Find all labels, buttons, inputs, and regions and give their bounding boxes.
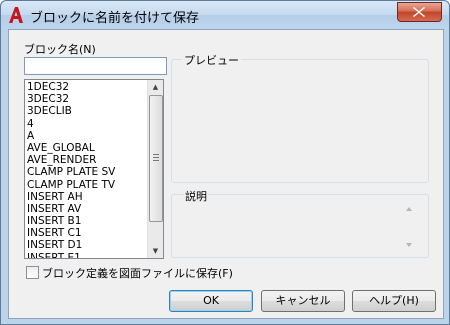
save-to-file-checkbox[interactable]: [26, 266, 39, 279]
list-item[interactable]: INSERT D1: [27, 239, 145, 251]
preview-label: プレビュー: [182, 52, 241, 68]
save-to-file-label[interactable]: ブロック定義を図面ファイルに保存(F): [42, 265, 233, 281]
description-label: 説明: [184, 188, 208, 204]
ok-button[interactable]: OK: [169, 290, 253, 312]
list-item[interactable]: CLAMP PLATE SV: [27, 166, 145, 178]
window-title: ブロックに名前を付けて保存: [30, 11, 200, 26]
list-item[interactable]: AVE_GLOBAL: [27, 142, 145, 154]
scroll-up-arrow-icon[interactable]: ▲: [148, 80, 163, 94]
help-button[interactable]: ヘルプ(H): [352, 290, 436, 312]
close-button[interactable]: [397, 2, 442, 22]
list-item[interactable]: CLAMP PLATE TV: [27, 179, 145, 191]
block-name-label: ブロック名(N): [24, 43, 96, 56]
list-item[interactable]: INSERT B1: [27, 215, 145, 227]
block-name-input[interactable]: [24, 57, 167, 75]
scroll-grip-line: [153, 154, 159, 155]
description-field[interactable]: [171, 194, 429, 258]
list-item[interactable]: INSERT C1: [27, 227, 145, 239]
list-item[interactable]: A: [27, 130, 145, 142]
scroll-down-arrow-icon[interactable]: ▼: [148, 244, 163, 258]
description-scrollbar: [402, 202, 416, 252]
dialog-body: ブロック名(N) 1DEC32 3DEC32 3DECLIB 4 A AVE_GLOBAL…: [8, 29, 444, 319]
scroll-grip-line: [153, 157, 159, 158]
list-item[interactable]: 3DEC32: [27, 93, 145, 105]
list-item[interactable]: AVE_RENDER: [27, 154, 145, 166]
list-item[interactable]: 1DEC32: [27, 81, 145, 93]
list-item[interactable]: 3DECLIB: [27, 105, 145, 117]
block-list: 1DEC32 3DEC32 3DECLIB 4 A AVE_GLOBAL AVE_RENDE…: [27, 81, 145, 258]
title-bar[interactable]: ブロックに名前を付けて保存: [1, 1, 449, 29]
list-item[interactable]: INSERT AH: [27, 191, 145, 203]
scroll-thumb[interactable]: [149, 95, 163, 222]
block-listbox[interactable]: 1DEC32 3DEC32 3DECLIB 4 A AVE_GLOBAL AVE_RENDE…: [24, 79, 164, 259]
list-item[interactable]: INSERT AV: [27, 203, 145, 215]
scroll-grip-line: [153, 160, 159, 161]
list-item[interactable]: 4: [27, 118, 145, 130]
close-icon: [413, 7, 425, 17]
preview-pane: [171, 59, 429, 183]
list-scrollbar[interactable]: ▲ ▼: [147, 80, 163, 258]
cancel-button[interactable]: キャンセル: [261, 290, 345, 312]
autocad-logo-icon: [8, 6, 24, 24]
save-block-dialog: ブロックに名前を付けて保存 ブロック名(N) 1DEC32 3DEC32 3DECL…: [0, 0, 450, 325]
list-item[interactable]: INSERT E1: [27, 252, 145, 258]
